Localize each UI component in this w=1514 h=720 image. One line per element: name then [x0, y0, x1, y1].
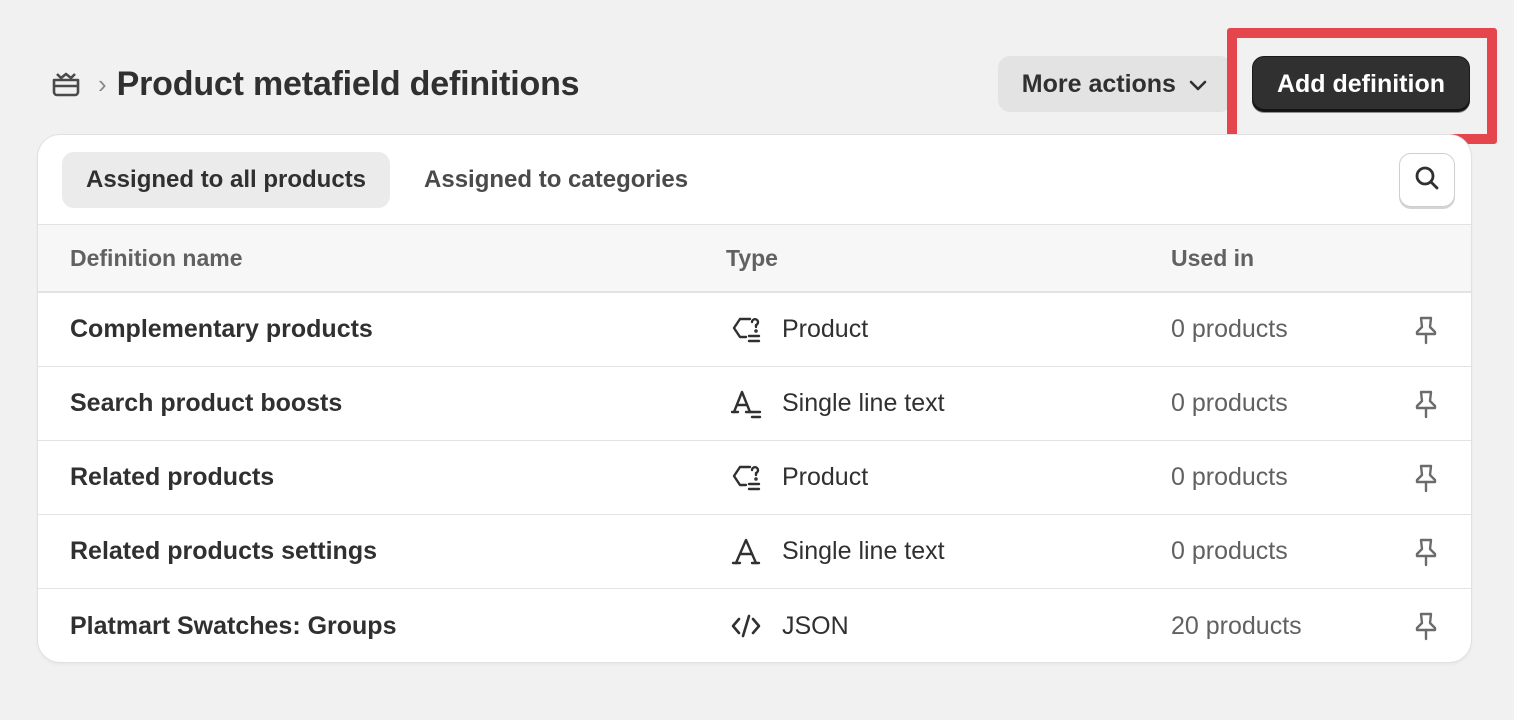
more-actions-button[interactable]: More actions [997, 56, 1232, 112]
page-title: Product metafield definitions [116, 64, 580, 103]
definition-name[interactable]: Search product boosts [70, 389, 342, 418]
definition-type: Product [726, 310, 868, 350]
used-in-count[interactable]: 0 products [1171, 315, 1288, 344]
metafield-icon[interactable] [50, 68, 82, 100]
tabs-bar: Assigned to all products Assigned to cat… [38, 135, 1471, 225]
type-label: JSON [782, 611, 849, 640]
type-label: Single line text [782, 537, 945, 565]
table-row[interactable]: Platmart Swatches: Groups JSON 20 produc… [38, 589, 1471, 662]
type-label: Product [782, 315, 869, 343]
pin-icon[interactable] [1406, 384, 1446, 424]
chevron-down-icon [1188, 70, 1208, 99]
definition-name[interactable]: Complementary products [70, 315, 373, 344]
column-header-used-in[interactable]: Used in [1171, 245, 1254, 272]
column-header-name[interactable]: Definition name [70, 245, 243, 272]
definition-type: Single line text [726, 384, 945, 424]
definition-type: JSON [726, 606, 849, 646]
used-in-count[interactable]: 0 products [1171, 463, 1288, 492]
used-in-count[interactable]: 0 products [1171, 537, 1288, 566]
type-label: Single line text [782, 389, 945, 417]
definition-name[interactable]: Platmart Swatches: Groups [70, 612, 396, 641]
tab-assigned-all-products[interactable]: Assigned to all products [62, 151, 391, 208]
column-header-type: Type [726, 244, 778, 271]
pin-icon[interactable] [1406, 606, 1446, 646]
table-header: Definition name Type Used in [38, 225, 1471, 293]
pin-icon[interactable] [1406, 458, 1446, 498]
single-line-text-icon [726, 384, 766, 424]
pin-icon[interactable] [1406, 310, 1446, 350]
more-actions-label: More actions [1021, 69, 1176, 98]
used-in-count[interactable]: 20 products [1171, 612, 1302, 641]
tab-assigned-categories[interactable]: Assigned to categories [400, 152, 712, 208]
product-reference-icon [726, 310, 766, 350]
table-row[interactable]: Search product boosts Single line text 0… [38, 367, 1471, 441]
used-in-count[interactable]: 0 products [1171, 389, 1288, 418]
definition-name[interactable]: Related products settings [70, 537, 377, 566]
product-reference-icon [726, 458, 766, 498]
type-label: Product [782, 463, 869, 491]
search-icon [1413, 164, 1441, 197]
add-definition-button[interactable]: Add definition [1251, 56, 1470, 112]
table-body: Complementary products Product 0 product… [38, 293, 1471, 662]
page-header: › Product metafield definitions More act… [50, 56, 1470, 112]
text-icon [726, 532, 766, 572]
table-row[interactable]: Related products Product 0 products [38, 441, 1471, 515]
breadcrumb-separator: › [98, 69, 107, 99]
definition-type: Single line text [726, 532, 945, 572]
pin-icon[interactable] [1406, 532, 1446, 572]
search-button[interactable] [1399, 153, 1455, 207]
definition-type: Product [726, 458, 868, 498]
definition-name[interactable]: Related products [70, 463, 274, 492]
definitions-card: Assigned to all products Assigned to cat… [38, 135, 1471, 662]
table-row[interactable]: Complementary products Product 0 product… [38, 293, 1471, 367]
table-row[interactable]: Related products settings Single line te… [38, 515, 1471, 589]
code-icon [726, 606, 766, 646]
